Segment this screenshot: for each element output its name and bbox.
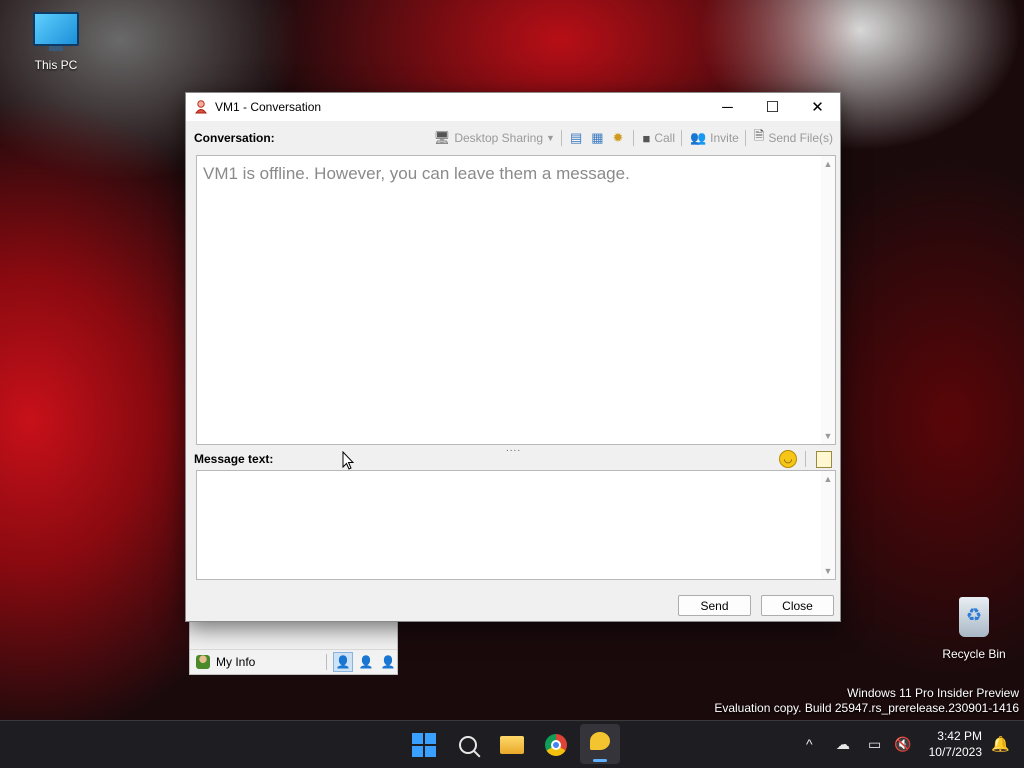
start-button[interactable] xyxy=(411,732,437,758)
onedrive-icon[interactable]: ☁ xyxy=(836,736,850,753)
recycle-bin-desktop-icon[interactable]: Recycle Bin xyxy=(938,597,1010,661)
emoticon-icon[interactable]: ◡ xyxy=(779,450,797,468)
contact-list-bottom-bar: My Info 👤 👤 👤 xyxy=(190,649,397,674)
busy-status-icon[interactable]: 👤 xyxy=(357,653,375,671)
window-title: VM1 - Conversation xyxy=(215,100,322,114)
scroll-down-icon[interactable]: ▼ xyxy=(821,431,835,441)
call-button[interactable]: ■ Call xyxy=(642,131,675,146)
close-window-button[interactable]: ✕ xyxy=(795,93,840,121)
clock-date: 10/7/2023 xyxy=(928,745,982,759)
conversation-scrollbar[interactable]: ▲ ▼ xyxy=(821,156,835,444)
message-scrollbar[interactable]: ▲ ▼ xyxy=(821,471,835,579)
evaluation-watermark: Windows 11 Pro Insider Preview Evaluatio… xyxy=(714,686,1019,715)
chrome-icon xyxy=(545,734,567,756)
offline-status-icon[interactable]: 👤 xyxy=(379,653,397,671)
video-camera-icon: ■ xyxy=(642,130,651,146)
windows-logo-icon xyxy=(412,733,436,757)
minimize-button[interactable]: ─ xyxy=(705,93,750,121)
desktop-sharing-button[interactable]: 🖥 Desktop Sharing ▼ xyxy=(434,130,555,146)
taskbar: ^ ☁ ▭ 🔇 3:42 PM 10/7/2023 🔔 xyxy=(0,720,1024,768)
conversation-toolbar: 🖥 Desktop Sharing ▼ ▤ ▦ ✹ ■ Call 👥 Invit… xyxy=(429,127,833,149)
recycle-bin-label: Recycle Bin xyxy=(942,647,1006,661)
chat-bubble-icon xyxy=(590,732,610,750)
conversation-window: VM1 - Conversation ─ ☐ ✕ Conversation: 🖥… xyxy=(185,92,841,622)
scroll-down-icon[interactable]: ▼ xyxy=(821,566,835,576)
search-icon xyxy=(459,736,477,754)
history-button[interactable]: ▤ xyxy=(570,130,586,146)
contact-info-button[interactable]: ▦ xyxy=(591,130,607,146)
close-button[interactable]: Close xyxy=(761,595,834,616)
this-pc-desktop-icon[interactable]: This PC xyxy=(20,12,92,72)
maximize-button[interactable]: ☐ xyxy=(750,93,795,121)
active-indicator xyxy=(593,759,607,762)
system-clock[interactable]: 3:42 PM 10/7/2023 xyxy=(929,728,982,760)
notification-bell-icon[interactable]: 🔔 xyxy=(991,735,1010,753)
send-file-icon: 🗎 xyxy=(753,128,765,143)
splitter-handle[interactable]: .... xyxy=(506,443,521,454)
message-tools: ◡ xyxy=(779,450,832,468)
conversation-label: Conversation: xyxy=(194,131,275,145)
my-info-label[interactable]: My Info xyxy=(216,655,326,669)
recycle-bin-icon xyxy=(959,597,989,637)
offline-notice: VM1 is offline. However, you can leave t… xyxy=(203,164,630,183)
monitor-icon xyxy=(33,12,79,46)
network-icon[interactable]: ▭ xyxy=(868,736,881,753)
online-status-icon[interactable]: 👤 xyxy=(333,652,353,672)
mouse-cursor-icon xyxy=(342,451,354,470)
clock-time: 3:42 PM xyxy=(937,729,982,743)
message-text-label: Message text: xyxy=(194,452,274,466)
this-pc-label: This PC xyxy=(34,58,78,72)
file-explorer-button[interactable] xyxy=(499,732,525,758)
scroll-up-icon[interactable]: ▲ xyxy=(821,159,835,169)
send-files-button[interactable]: 🗎 Send File(s) xyxy=(754,127,833,149)
conversation-history-area[interactable]: VM1 is offline. However, you can leave t… xyxy=(196,155,836,445)
contact-list-window: My Info 👤 👤 👤 xyxy=(189,621,398,675)
my-info-icon xyxy=(196,655,210,669)
contact-card-icon: ▦ xyxy=(591,130,604,145)
title-bar[interactable]: VM1 - Conversation ─ ☐ ✕ xyxy=(186,93,840,121)
message-input[interactable]: ▲ ▼ xyxy=(196,470,836,580)
gear-icon: ✹ xyxy=(612,130,624,145)
chrome-button[interactable] xyxy=(543,732,569,758)
search-button[interactable] xyxy=(455,732,481,758)
show-hidden-icons-button[interactable]: ^ xyxy=(806,736,813,752)
history-icon: ▤ xyxy=(569,130,583,145)
user-offline-icon xyxy=(195,100,207,114)
settings-button[interactable]: ✹ xyxy=(613,130,628,146)
invite-button[interactable]: 👥 Invite xyxy=(690,130,739,146)
note-icon[interactable] xyxy=(816,450,832,468)
volume-muted-icon[interactable]: 🔇 xyxy=(894,736,911,753)
send-button[interactable]: Send xyxy=(678,595,751,616)
invite-users-icon: 👥 xyxy=(689,130,707,145)
folder-icon xyxy=(500,736,524,754)
chat-app-taskbar-button[interactable] xyxy=(580,724,620,764)
scroll-up-icon[interactable]: ▲ xyxy=(821,474,835,484)
desktop-sharing-icon: 🖥 xyxy=(433,130,451,145)
chevron-down-icon: ▼ xyxy=(546,133,555,143)
